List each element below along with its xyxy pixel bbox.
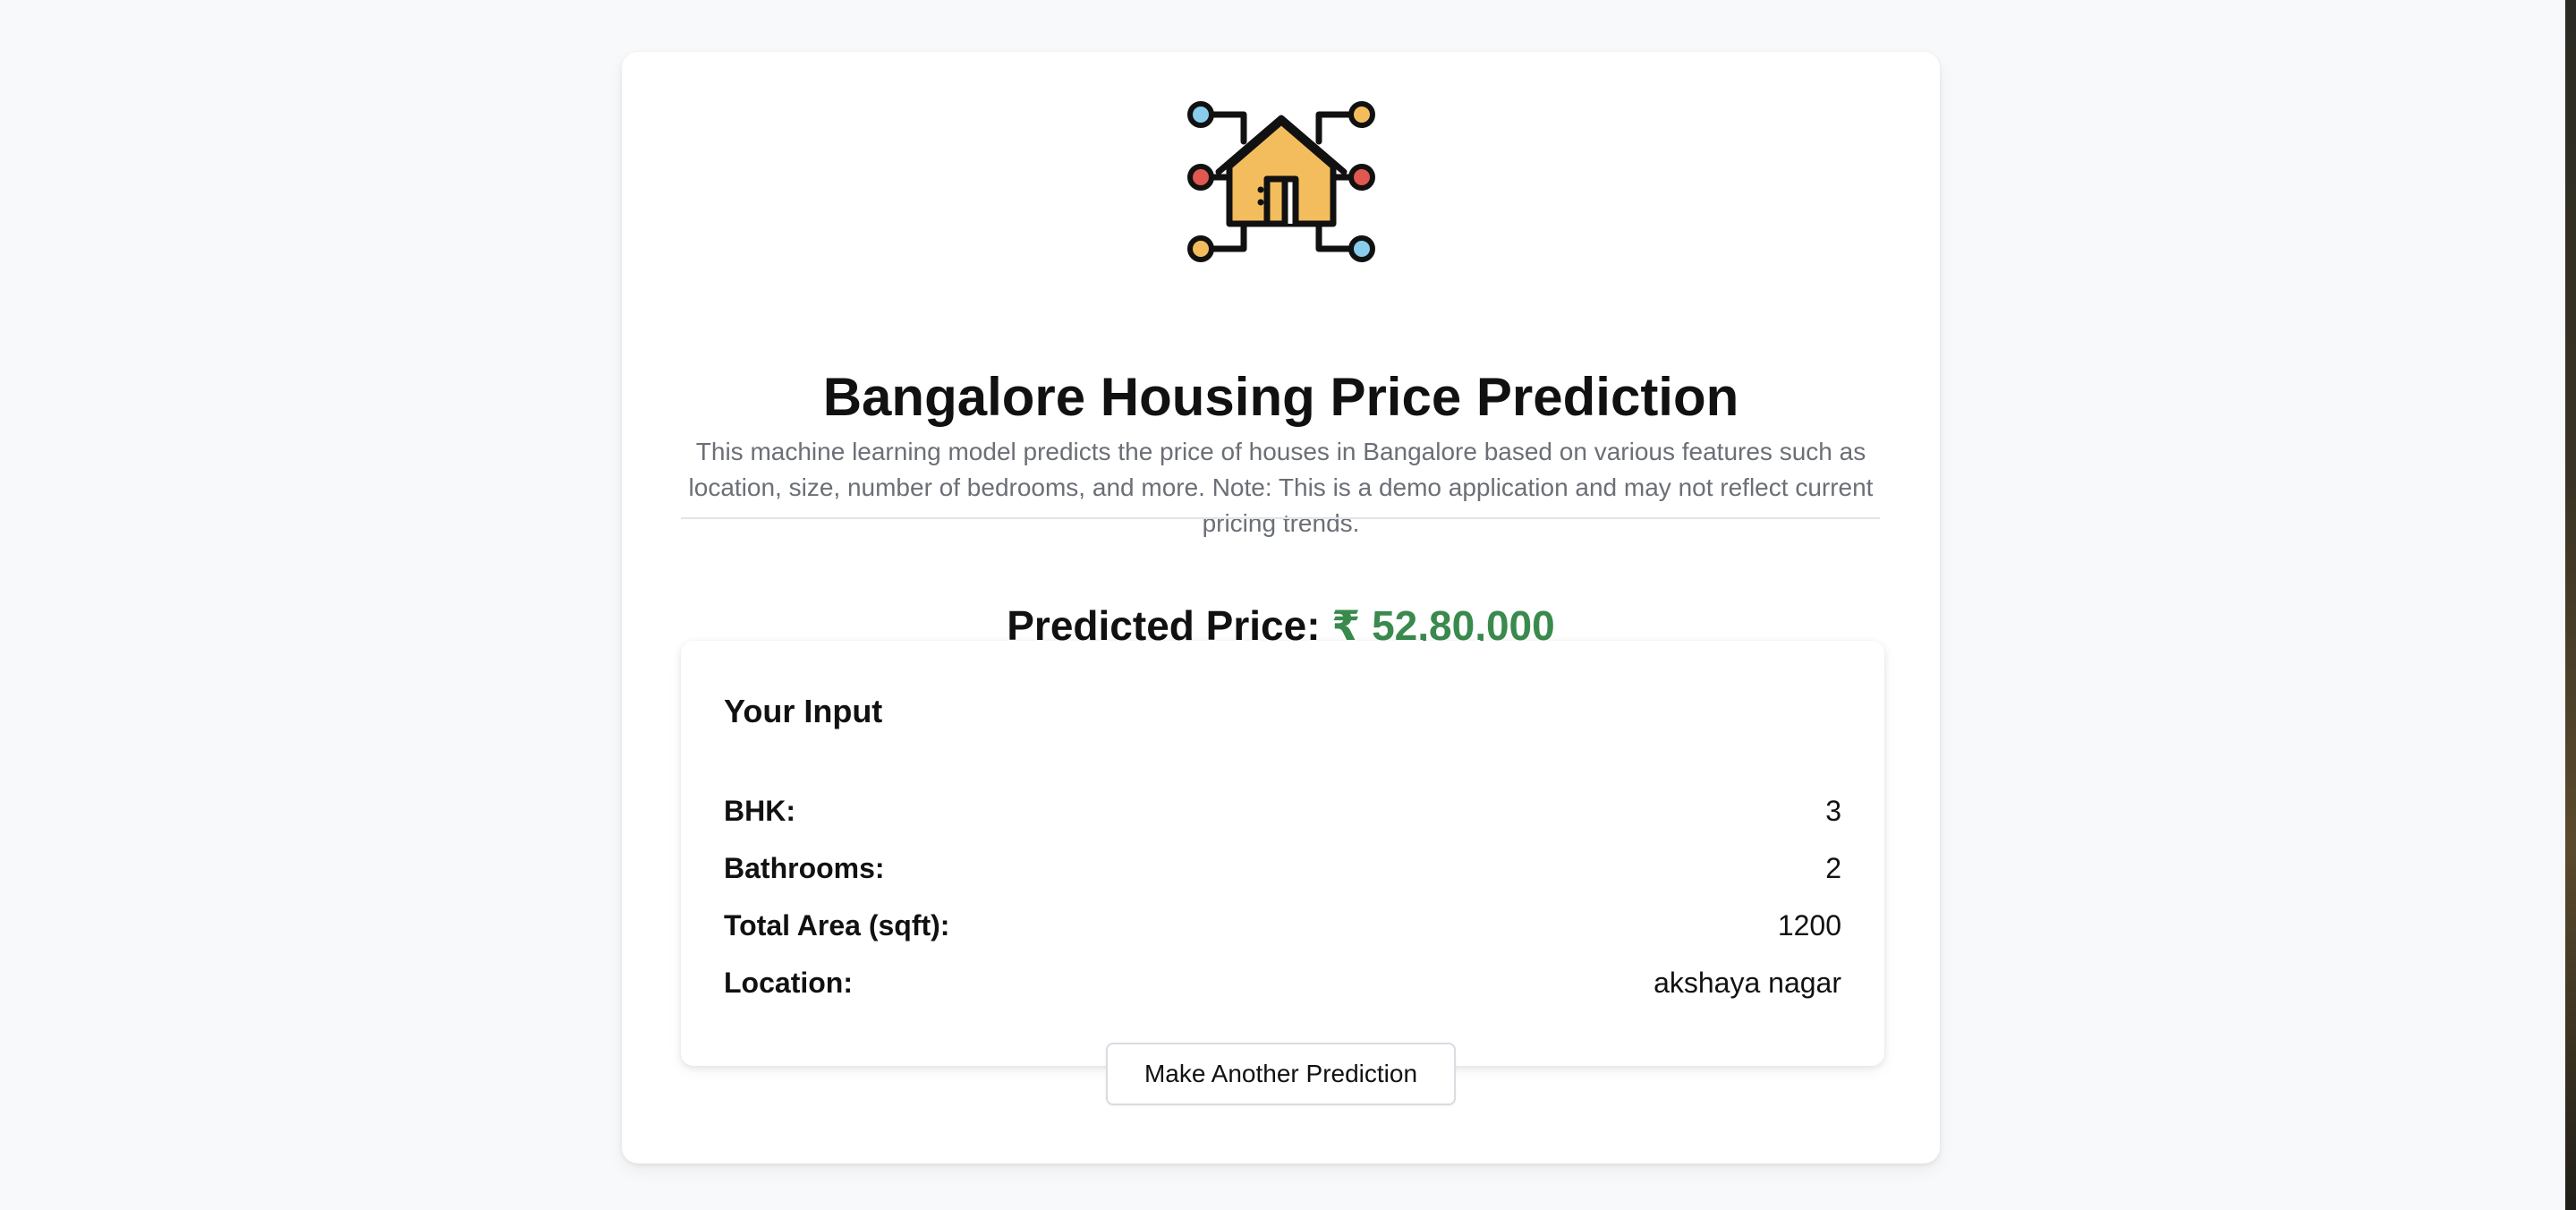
input-label: Location: [724,966,853,999]
input-row-total-area: Total Area (sqft): 1200 [724,906,1841,945]
input-value: akshaya nagar [1654,966,1841,999]
input-value: 3 [1825,794,1841,827]
input-row-bhk: BHK: 3 [724,791,1841,831]
input-row-location: Location: akshaya nagar [724,963,1841,1002]
background-edge [2565,0,2576,1210]
input-value: 2 [1825,851,1841,884]
smart-home-network-icon [1187,101,1375,262]
section-divider [681,517,1880,519]
result-card: Bangalore Housing Price Prediction This … [622,52,1940,1163]
input-row-bathrooms: Bathrooms: 2 [724,848,1841,888]
make-another-prediction-button[interactable]: Make Another Prediction [1106,1043,1456,1105]
input-label: Bathrooms: [724,851,885,884]
input-summary-title: Your Input [724,693,883,729]
input-label: Total Area (sqft): [724,908,950,942]
model-description: This machine learning model predicts the… [688,438,1874,537]
page-title: Bangalore Housing Price Prediction [822,367,1739,427]
input-value: 1200 [1777,908,1841,942]
input-summary-panel: Your Input BHK: 3 Bathrooms: 2 Total Are… [681,641,1884,1066]
input-label: BHK: [724,794,795,827]
